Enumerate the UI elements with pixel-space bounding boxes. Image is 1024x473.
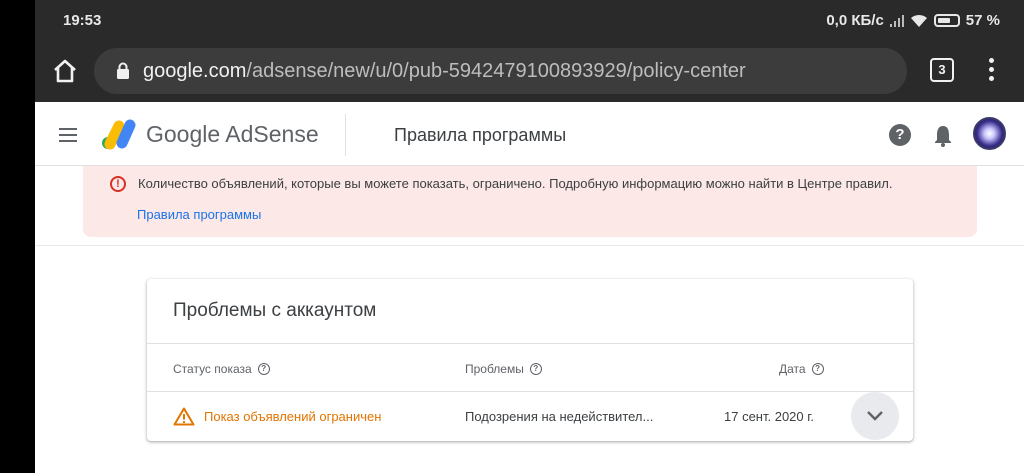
bell-icon[interactable] (933, 123, 953, 147)
battery-percent: 57 % (965, 12, 1000, 29)
help-icon[interactable]: ? (889, 124, 911, 146)
help-icon[interactable]: ? (257, 363, 270, 375)
row-issue: Подозрения на недействител... (465, 409, 654, 424)
column-header-date: Дата ? (779, 362, 824, 376)
status-time: 19:53 (63, 12, 102, 29)
divider (35, 245, 1024, 246)
address-bar[interactable]: google.com/adsense/new/u/0/pub-594247910… (94, 48, 907, 94)
divider (147, 343, 913, 344)
row-status: Показ объявлений ограничен (204, 409, 382, 424)
alert-message: Количество объявлений, которые вы можете… (138, 176, 893, 191)
divider (147, 391, 913, 392)
url-text: google.com/adsense/new/u/0/pub-594247910… (143, 60, 746, 83)
menu-icon[interactable] (59, 128, 77, 142)
account-issues-card: Проблемы с аккаунтом Статус показа ? Про… (147, 279, 913, 441)
error-icon: ! (110, 176, 126, 192)
battery-icon (933, 14, 960, 27)
screen: 19:53 0,0 КБ/с 57 % google.com/adsense/n… (35, 0, 1024, 473)
column-issues-label: Проблемы (465, 362, 524, 376)
network-speed: 0,0 КБ/с (826, 12, 884, 29)
page-title: Правила программы (394, 125, 567, 145)
app-header: Google AdSense Правила программы ? (35, 102, 1024, 166)
column-header-status: Статус показа ? (173, 362, 270, 376)
wifi-icon (910, 14, 927, 27)
browser-toolbar: google.com/adsense/new/u/0/pub-594247910… (35, 40, 1024, 102)
more-vert-icon[interactable] (979, 58, 1003, 84)
column-header-issues: Проблемы ? (465, 362, 542, 376)
avatar[interactable] (973, 117, 1006, 150)
status-bar: 19:53 0,0 КБ/с 57 % (35, 0, 1024, 40)
help-icon[interactable]: ? (529, 363, 542, 375)
row-date: 17 сент. 2020 г. (724, 409, 815, 424)
column-date-label: Дата (779, 362, 806, 376)
url-host: google.com (143, 60, 247, 82)
expand-row-button[interactable] (851, 392, 899, 440)
policy-link[interactable]: Правила программы (137, 207, 261, 222)
alert-banner: ! Количество объявлений, которые вы може… (83, 166, 977, 237)
status-icons: 0,0 КБ/с 57 % (826, 12, 1000, 29)
brand-name: Google AdSense (146, 121, 319, 147)
column-status-label: Статус показа (173, 362, 252, 376)
warning-icon (173, 407, 195, 426)
url-path: /adsense/new/u/0/pub-5942479100893929/po… (246, 60, 746, 82)
tabs-icon[interactable]: 3 (930, 58, 954, 82)
header-divider (345, 114, 346, 156)
signal-icon (889, 14, 904, 27)
adsense-logo-icon (102, 119, 136, 150)
help-icon[interactable]: ? (811, 363, 824, 375)
card-title: Проблемы с аккаунтом (173, 300, 377, 321)
chevron-down-icon (867, 411, 883, 421)
lock-icon (117, 62, 129, 79)
home-icon[interactable] (51, 57, 79, 85)
